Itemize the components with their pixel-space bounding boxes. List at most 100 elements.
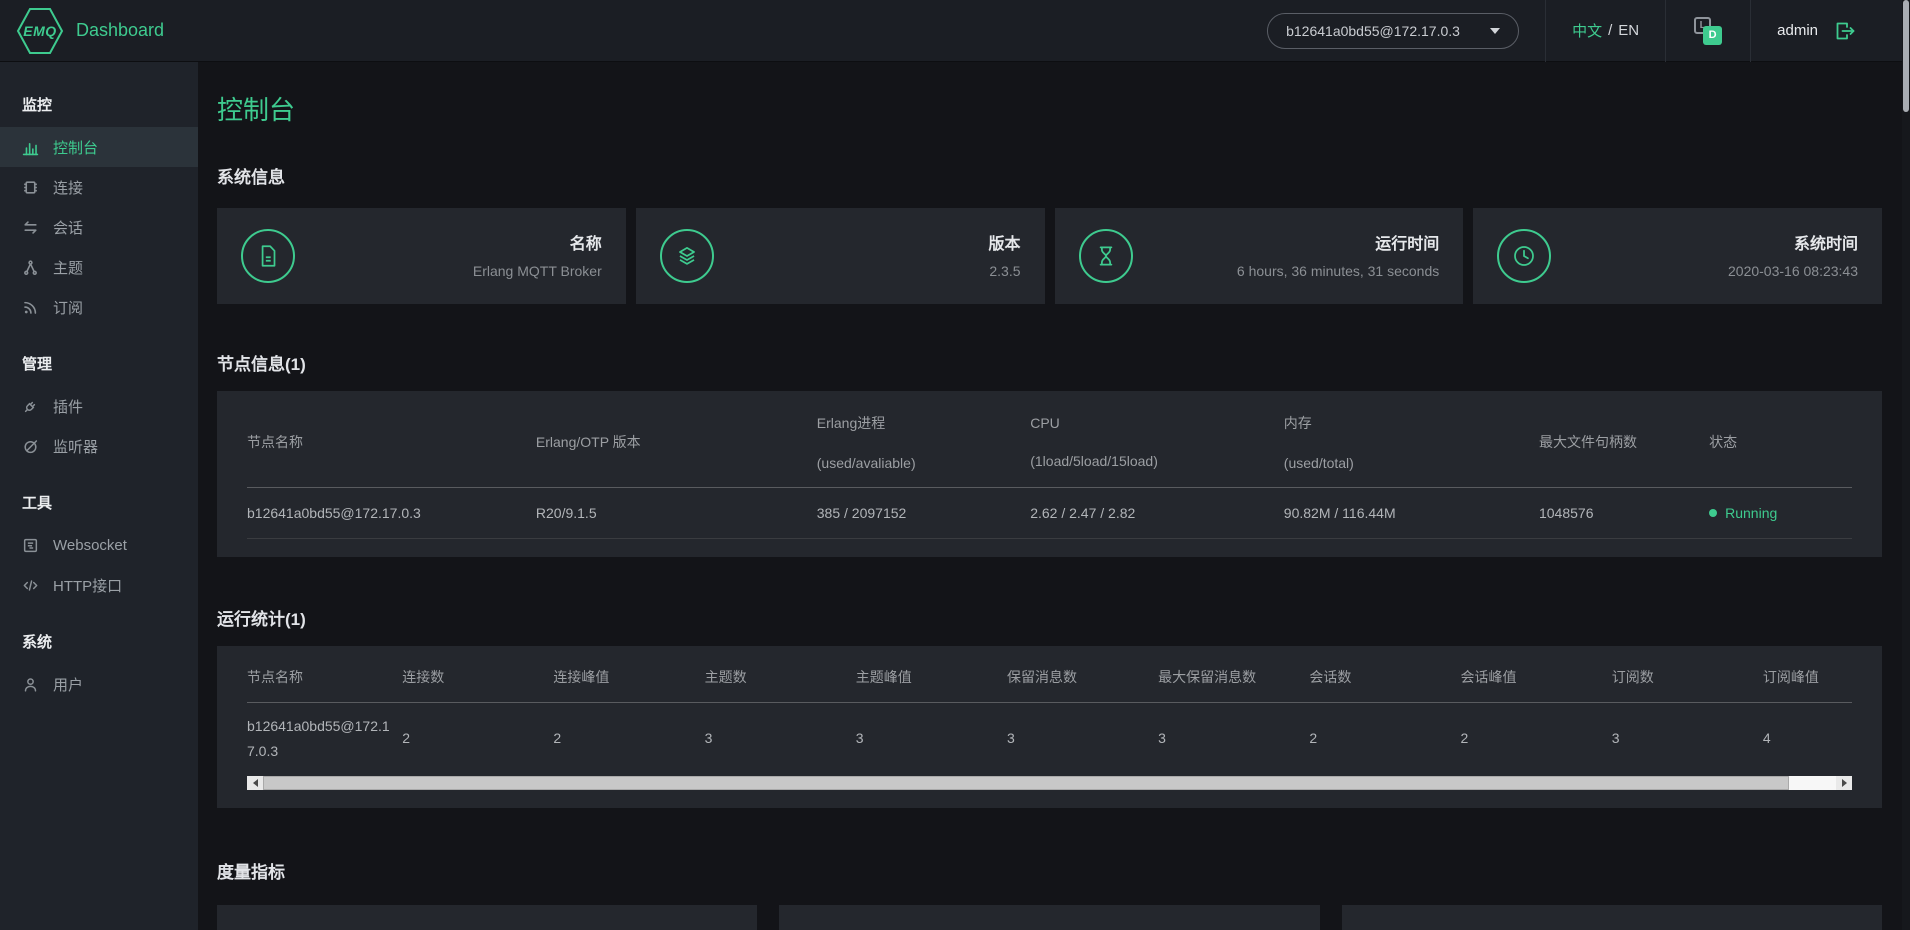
- node-table-row: b12641a0bd55@172.17.0.3 R20/9.1.5 385 / …: [247, 488, 1852, 539]
- dashboard-title: Dashboard: [76, 20, 164, 41]
- brand: EMQ Dashboard: [16, 5, 164, 57]
- language-toggle[interactable]: 中文 / EN: [1545, 0, 1665, 62]
- sidebar-item-label: HTTP接口: [53, 575, 122, 596]
- subscriptions-icon: [22, 299, 39, 316]
- sidebar-item-label: 用户: [53, 674, 83, 695]
- sidebar-item-sessions[interactable]: 会话: [0, 207, 198, 247]
- sidebar-item-websocket[interactable]: Websocket: [0, 525, 198, 565]
- username[interactable]: admin: [1777, 22, 1818, 39]
- sidebar-item-label: 订阅: [53, 297, 83, 318]
- sidebar-item-listeners[interactable]: 监听器: [0, 426, 198, 466]
- card-uptime: 运行时间 6 hours, 36 minutes, 31 seconds: [1055, 208, 1464, 304]
- lang-zh[interactable]: 中文: [1572, 20, 1602, 41]
- cell-topics-max: 3: [856, 703, 1007, 775]
- metric-card-mqtt-packets: MQTT报文 received 1042 sent 1026: [217, 905, 757, 930]
- arrow-right-icon: [1842, 779, 1847, 787]
- card-value: 2020-03-16 08:23:43: [1728, 261, 1858, 281]
- sidebar: 监控 控制台 连接 会话: [0, 62, 198, 930]
- stats-panel: 节点名称 连接数 连接峰值 主题数 主题峰值 保留消息数 最大保留消息数 会话数…: [217, 646, 1882, 808]
- chevron-down-icon: [1490, 28, 1500, 34]
- h-scroll-track[interactable]: [263, 776, 1836, 790]
- cell-max-fds: 1048576: [1539, 488, 1709, 539]
- sidebar-item-label: 插件: [53, 396, 83, 417]
- theme-toggle[interactable]: L D: [1665, 0, 1750, 62]
- col-memory: 内存: [1284, 413, 1533, 433]
- stats-header-row: 节点名称 连接数 连接峰值 主题数 主题峰值 保留消息数 最大保留消息数 会话数…: [247, 652, 1852, 703]
- sidebar-item-label: 控制台: [53, 137, 98, 158]
- websocket-icon: [22, 537, 39, 554]
- plug-icon: [22, 398, 39, 415]
- sidebar-item-http-api[interactable]: HTTP接口: [0, 565, 198, 605]
- system-info-cards: 名称 Erlang MQTT Broker 版本 2.3.5 运行时间: [217, 208, 1882, 304]
- header-controls: b12641a0bd55@172.17.0.3 中文 / EN L D admi…: [1241, 0, 1882, 62]
- col-otp-version: Erlang/OTP 版本: [536, 432, 811, 452]
- col-retained: 保留消息数: [1007, 652, 1158, 703]
- status-badge: Running: [1709, 505, 1846, 521]
- node-info-table: 节点名称 Erlang/OTP 版本 Erlang进程(used/avaliab…: [247, 397, 1852, 539]
- stats-table: 节点名称 连接数 连接峰值 主题数 主题峰值 保留消息数 最大保留消息数 会话数…: [247, 652, 1852, 774]
- sidebar-item-label: 主题: [53, 257, 83, 278]
- sidebar-item-connections[interactable]: 连接: [0, 167, 198, 207]
- sidebar-item-topics[interactable]: 主题: [0, 247, 198, 287]
- col-erlang-process: Erlang进程: [817, 413, 1024, 433]
- cell-erlang-process: 385 / 2097152: [817, 488, 1030, 539]
- page-title: 控制台: [217, 62, 1882, 127]
- hourglass-icon: [1079, 229, 1133, 283]
- sidebar-item-label: 监听器: [53, 436, 98, 457]
- sidebar-item-dashboard[interactable]: 控制台: [0, 127, 198, 167]
- status-dot-icon: [1709, 509, 1717, 517]
- cell-retained-max: 3: [1158, 703, 1309, 775]
- emq-logo[interactable]: EMQ: [16, 5, 64, 57]
- cell-sessions: 2: [1309, 703, 1460, 775]
- node-selector[interactable]: b12641a0bd55@172.17.0.3: [1267, 13, 1519, 49]
- logout-icon[interactable]: [1834, 20, 1856, 42]
- sidebar-section-title: 工具: [0, 492, 198, 525]
- theme-toggle-icon[interactable]: L D: [1692, 15, 1724, 47]
- clock-icon: [1497, 229, 1551, 283]
- scroll-right-button[interactable]: [1836, 776, 1852, 790]
- metric-card-traffic-bytes: 流量收发统计(字节) received 8378 sent 6422: [1342, 905, 1882, 930]
- cell-sessions-max: 2: [1461, 703, 1612, 775]
- cell-connections: 2: [402, 703, 553, 775]
- sidebar-section-monitor: 监控 控制台 连接 会话: [0, 62, 198, 327]
- node-info-heading: 节点信息(1): [217, 350, 1882, 375]
- lang-en[interactable]: EN: [1618, 22, 1639, 39]
- sessions-icon: [22, 219, 39, 236]
- sidebar-section-title: 监控: [0, 94, 198, 127]
- sidebar-section-title: 管理: [0, 353, 198, 386]
- metric-cards: MQTT报文 received 1042 sent 1026 消息(数) rec…: [217, 905, 1882, 930]
- h-scrollbar[interactable]: [247, 776, 1852, 790]
- h-scroll-thumb[interactable]: [263, 776, 1789, 790]
- sidebar-item-plugins[interactable]: 插件: [0, 386, 198, 426]
- card-title: 名称: [473, 230, 602, 254]
- cell-memory: 90.82M / 116.44M: [1284, 488, 1539, 539]
- cell-connections-max: 2: [553, 703, 704, 775]
- sidebar-item-users[interactable]: 用户: [0, 664, 198, 704]
- topics-icon: [22, 259, 39, 276]
- app-header: EMQ Dashboard b12641a0bd55@172.17.0.3 中文…: [0, 0, 1910, 62]
- node-selector-value: b12641a0bd55@172.17.0.3: [1286, 23, 1460, 39]
- metrics-heading: 度量指标: [217, 858, 1882, 883]
- col-max-fds: 最大文件句柄数: [1539, 432, 1703, 452]
- stats-row: b12641a0bd55@172.17.0.3 2 2 3 3 3 3 2 2 …: [247, 703, 1852, 775]
- col-topics: 主题数: [705, 652, 856, 703]
- col-status: 状态: [1709, 432, 1846, 452]
- system-info-heading: 系统信息: [217, 163, 1882, 188]
- col-node-name: 节点名称: [247, 652, 402, 703]
- main-content: 控制台 系统信息 名称 Erlang MQTT Broker 版本 2.3.5: [198, 62, 1910, 930]
- cell-subscriptions: 3: [1612, 703, 1763, 775]
- col-retained-max: 最大保留消息数: [1158, 652, 1309, 703]
- sidebar-section-manage: 管理 插件 监听器: [0, 327, 198, 466]
- cell-cpu: 2.62 / 2.47 / 2.82: [1030, 488, 1284, 539]
- col-sessions: 会话数: [1309, 652, 1460, 703]
- v-scrollbar[interactable]: [1902, 0, 1910, 930]
- node-table-header-row: 节点名称 Erlang/OTP 版本 Erlang进程(used/avaliab…: [247, 397, 1852, 488]
- sidebar-item-subscriptions[interactable]: 订阅: [0, 287, 198, 327]
- cell-topics: 3: [705, 703, 856, 775]
- cell-node-name: b12641a0bd55@172.17.0.3: [247, 488, 536, 539]
- v-scroll-thumb[interactable]: [1903, 0, 1909, 112]
- bar-chart-icon: [22, 139, 39, 156]
- file-icon: [241, 229, 295, 283]
- cell-node-name: b12641a0bd55@172.17.0.3: [247, 703, 402, 775]
- scroll-left-button[interactable]: [247, 776, 263, 790]
